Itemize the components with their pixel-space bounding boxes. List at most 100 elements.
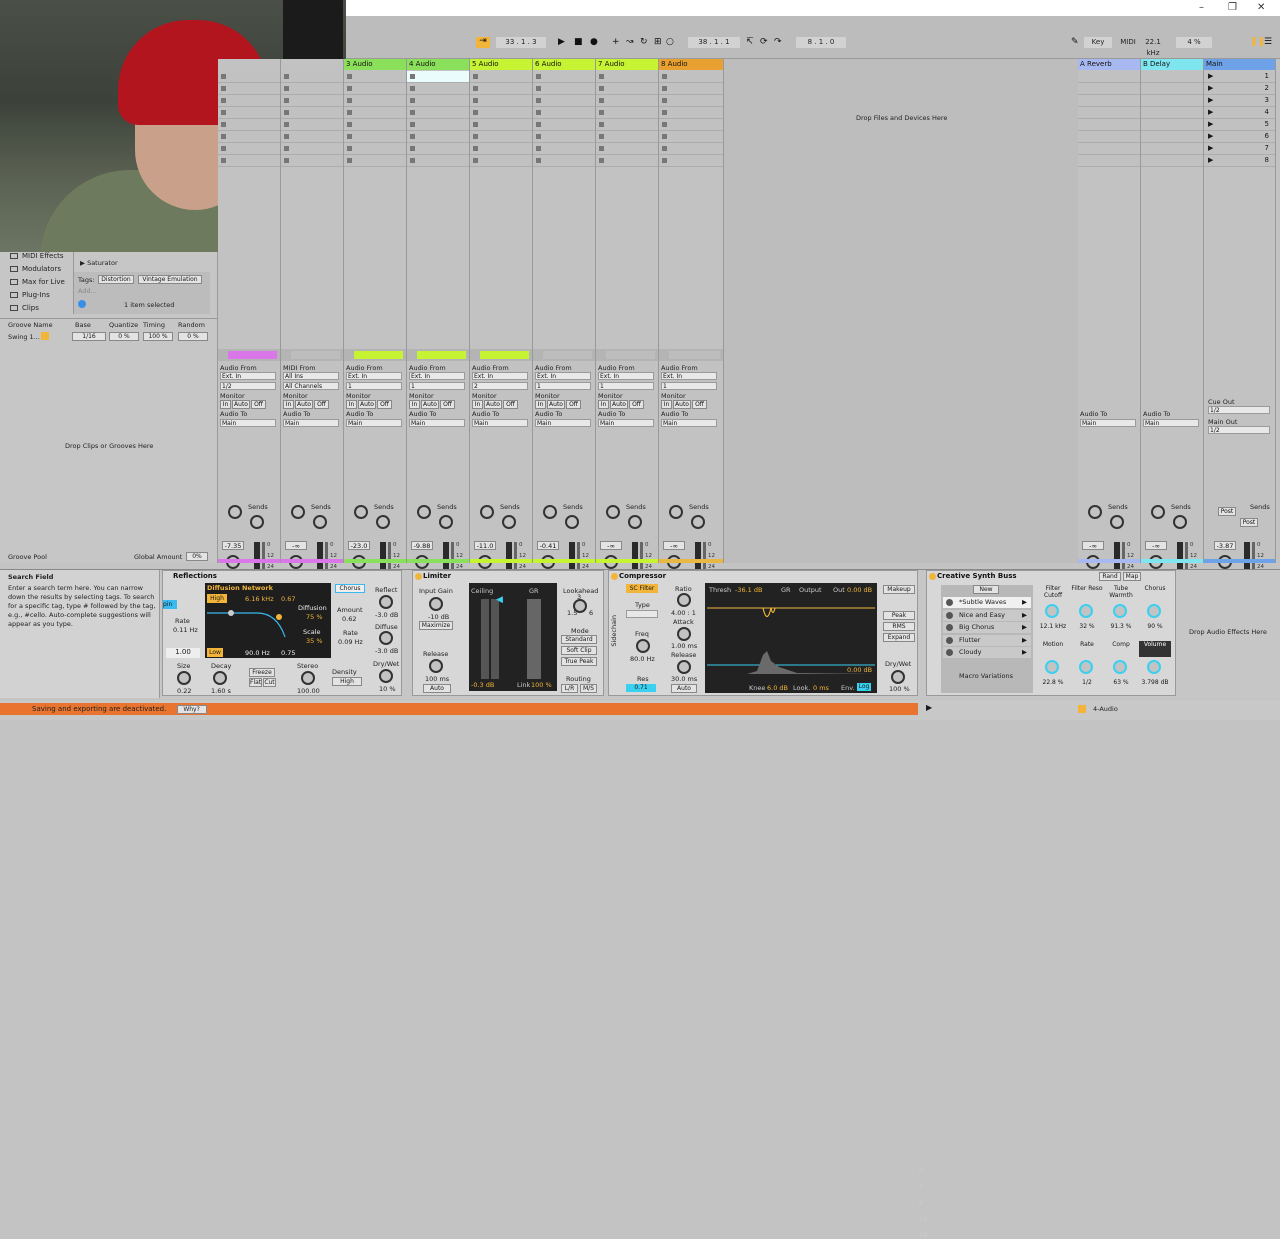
chorus-button[interactable]: Chorus [335,584,365,593]
monitor-off-button[interactable]: Off [314,400,329,409]
clip-slot[interactable] [218,119,280,131]
track-header[interactable]: 8 Audio [659,59,723,70]
browser-item-modulators[interactable]: Modulators [10,265,61,273]
clip-slot[interactable] [533,143,595,155]
clip-slot[interactable] [533,83,595,95]
macro-knob[interactable] [1147,604,1161,618]
clip-slot[interactable] [470,143,532,155]
send-a-knob[interactable] [669,505,683,519]
auto-release-button[interactable]: Auto [423,684,451,693]
post-button-a[interactable]: Post [1218,507,1236,516]
clip-slot[interactable] [596,131,658,143]
monitor-off-button[interactable]: Off [503,400,518,409]
clip-slot[interactable] [659,107,723,119]
return-output-select[interactable]: Main [1143,419,1199,427]
monitor-off-button[interactable]: Off [566,400,581,409]
browser-item-plugins[interactable]: Plug-Ins [10,291,50,299]
clip-slot[interactable] [344,155,406,167]
true-peak-button[interactable]: True Peak [561,657,597,666]
pin-button[interactable]: pin [163,600,177,609]
global-amount-value[interactable]: 0% [186,552,208,561]
clip-slot[interactable] [281,155,343,167]
track-header[interactable] [218,59,280,70]
macro-knob[interactable] [1113,604,1127,618]
monitor-in-button[interactable]: In [535,400,546,409]
input-channel-select[interactable]: 1 [661,382,717,390]
clip-slot[interactable] [470,155,532,167]
expand-button[interactable]: Expand [883,633,915,642]
clip-slot[interactable] [344,95,406,107]
volume-value[interactable]: -11.0 [474,541,496,550]
view-toggle-icon[interactable]: ❚❚ [1250,38,1265,47]
track-overview[interactable] [417,351,466,359]
input-type-select[interactable]: Ext. In [220,372,276,380]
clip-slot[interactable] [344,143,406,155]
clip-slot[interactable] [659,143,723,155]
punch-out-icon[interactable]: ↷ [774,38,782,47]
track-header[interactable] [281,59,343,70]
cue-out-select[interactable]: 1/2 [1208,406,1270,414]
release-knob-comp[interactable] [677,660,691,674]
clip-slot[interactable] [281,71,343,83]
sc-filter-button[interactable]: SC Filter [626,584,658,593]
capture-icon[interactable]: ⊞ [654,38,662,47]
restore-icon[interactable]: ❐ [1228,2,1237,13]
midi-map-button[interactable]: MIDI [1119,37,1137,48]
track-overview[interactable] [543,351,592,359]
track-overview[interactable] [291,351,340,359]
gr-toggle[interactable]: GR [781,586,791,594]
maximize-button[interactable]: Maximize [419,621,453,630]
clip-slot[interactable] [407,107,469,119]
clip-slot[interactable] [533,107,595,119]
clip-slot[interactable] [281,107,343,119]
volume-value[interactable]: -∞ [285,541,307,550]
scene-launch[interactable]: ▶ 2 [1204,83,1275,95]
monitor-auto-button[interactable]: Auto [610,400,628,409]
clip-slot[interactable] [659,71,723,83]
key-map-button[interactable]: Key [1084,37,1112,48]
monitor-in-button[interactable]: In [283,400,294,409]
clip-slot[interactable] [470,95,532,107]
monitor-in-button[interactable]: In [598,400,609,409]
freq-knob[interactable] [636,639,650,653]
clip-slot[interactable] [407,155,469,167]
input-channel-select[interactable]: 1/2 [220,382,276,390]
clip-slot[interactable] [407,143,469,155]
input-type-select[interactable]: Ext. In [346,372,402,380]
send-a-knob[interactable] [543,505,557,519]
clip-slot[interactable] [533,71,595,83]
track-header[interactable]: 5 Audio [470,59,532,70]
stop-icon[interactable]: ■ [574,38,583,47]
preset-item[interactable]: *Subtle Waves ▶ [943,597,1031,608]
scene-launch[interactable]: ▶ 4 [1204,107,1275,119]
return-send-b-knob[interactable] [1173,515,1187,529]
volume-value[interactable]: -9.88 [411,541,433,550]
rms-button[interactable]: RMS [883,622,915,631]
clip-slot[interactable] [344,119,406,131]
diffusion-value[interactable]: 75 % [306,613,323,621]
track-overview[interactable] [480,351,529,359]
monitor-in-button[interactable]: In [472,400,483,409]
clip-slot[interactable] [533,119,595,131]
scene-launch[interactable]: ▶ 6 [1204,131,1275,143]
clip-slot[interactable] [659,83,723,95]
makeup-button[interactable]: Makeup [883,585,915,594]
clip-slot[interactable] [407,83,469,95]
menu-icon[interactable]: ☰ [1264,38,1272,47]
follow-icon[interactable]: ⇥ [476,37,490,48]
peak-button[interactable]: Peak [883,611,915,620]
loop-icon[interactable]: ⟳ [760,38,768,47]
automation-arm-icon[interactable]: ↝ [626,38,634,47]
monitor-auto-button[interactable]: Auto [547,400,565,409]
comp-auto-button[interactable]: Auto [671,684,697,693]
browser-item-max-for-live[interactable]: Max for Live [10,278,65,286]
ratio-knob[interactable] [677,593,691,607]
high-freq[interactable]: 6.16 kHz [245,595,274,603]
monitor-off-button[interactable]: Off [692,400,707,409]
output-select[interactable]: Main [535,419,591,427]
input-type-select[interactable]: Ext. In [472,372,528,380]
flat-button[interactable]: Flat [249,678,262,687]
output-select[interactable]: Main [346,419,402,427]
clip-slot[interactable] [533,131,595,143]
comp-drywet-knob[interactable] [891,670,905,684]
